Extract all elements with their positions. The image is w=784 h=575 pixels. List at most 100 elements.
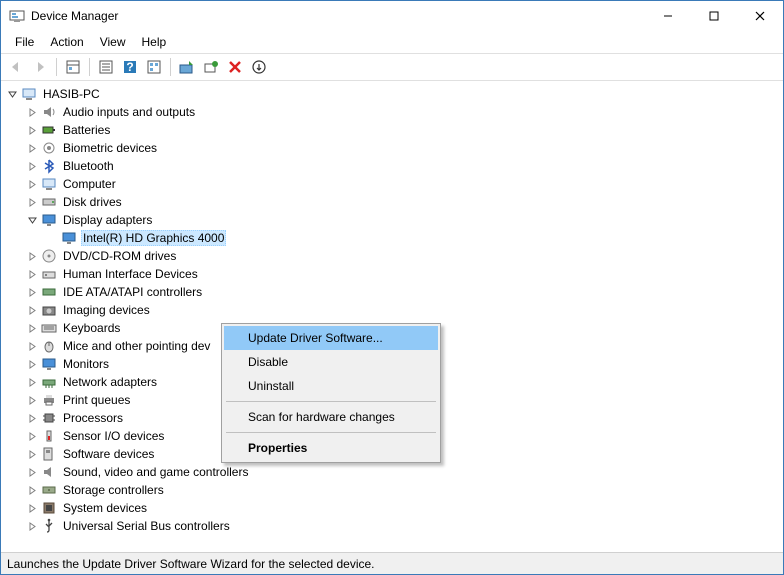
context-menu-scan[interactable]: Scan for hardware changes — [224, 405, 438, 429]
window-title: Device Manager — [31, 9, 645, 23]
monitor-icon — [41, 356, 57, 372]
context-menu-update-driver[interactable]: Update Driver Software... — [224, 326, 438, 350]
menu-file[interactable]: File — [7, 33, 42, 51]
back-button[interactable] — [5, 56, 27, 78]
chevron-right-icon[interactable] — [25, 195, 39, 209]
sound-icon — [41, 464, 57, 480]
device-tree-area[interactable]: HASIB-PC Audio inputs and outputs Batter… — [1, 81, 783, 552]
titlebar: Device Manager — [1, 1, 783, 31]
display-icon — [41, 212, 57, 228]
help-button[interactable]: ? — [119, 56, 141, 78]
tree-node-storage[interactable]: Storage controllers — [25, 481, 783, 499]
context-menu-separator — [226, 432, 436, 433]
hid-icon — [41, 266, 57, 282]
show-hide-tree-button[interactable] — [62, 56, 84, 78]
menubar: File Action View Help — [1, 31, 783, 53]
chevron-right-icon[interactable] — [25, 285, 39, 299]
action-button[interactable] — [143, 56, 165, 78]
chevron-down-icon[interactable] — [25, 213, 39, 227]
system-icon — [41, 500, 57, 516]
tree-node-audio[interactable]: Audio inputs and outputs — [25, 103, 783, 121]
tree-node-display-child[interactable]: Intel(R) HD Graphics 4000 — [45, 229, 783, 247]
menu-action[interactable]: Action — [42, 33, 91, 51]
chevron-right-icon[interactable] — [25, 357, 39, 371]
properties-button[interactable] — [95, 56, 117, 78]
biometric-icon — [41, 140, 57, 156]
chevron-right-icon[interactable] — [25, 483, 39, 497]
root-label: HASIB-PC — [41, 87, 102, 101]
chevron-right-icon[interactable] — [25, 501, 39, 515]
tree-node-hid[interactable]: Human Interface Devices — [25, 265, 783, 283]
printer-icon — [41, 392, 57, 408]
battery-icon — [41, 122, 57, 138]
tree-root[interactable]: HASIB-PC — [5, 85, 783, 103]
dvd-icon — [41, 248, 57, 264]
chevron-down-icon[interactable] — [5, 87, 19, 101]
computer-icon — [21, 86, 37, 102]
storage-icon — [41, 482, 57, 498]
minimize-button[interactable] — [645, 1, 691, 31]
svg-text:?: ? — [126, 60, 133, 74]
chevron-right-icon[interactable] — [25, 429, 39, 443]
tree-node-sound[interactable]: Sound, video and game controllers — [25, 463, 783, 481]
disk-icon — [41, 194, 57, 210]
chevron-right-icon[interactable] — [25, 267, 39, 281]
statusbar: Launches the Update Driver Software Wiza… — [1, 552, 783, 574]
disable-toolbar-button[interactable] — [248, 56, 270, 78]
chevron-right-icon[interactable] — [25, 321, 39, 335]
chevron-right-icon[interactable] — [25, 447, 39, 461]
computer-node-icon — [41, 176, 57, 192]
audio-icon — [41, 104, 57, 120]
context-menu-properties[interactable]: Properties — [224, 436, 438, 460]
chevron-right-icon[interactable] — [25, 465, 39, 479]
toolbar-separator — [89, 58, 90, 76]
sensor-icon — [41, 428, 57, 444]
chevron-right-icon[interactable] — [25, 177, 39, 191]
chevron-right-icon[interactable] — [25, 411, 39, 425]
tree-node-disk[interactable]: Disk drives — [25, 193, 783, 211]
tree-node-batteries[interactable]: Batteries — [25, 121, 783, 139]
tree-node-system[interactable]: System devices — [25, 499, 783, 517]
software-icon — [41, 446, 57, 462]
close-button[interactable] — [737, 1, 783, 31]
chevron-right-icon[interactable] — [25, 249, 39, 263]
tree-node-ide[interactable]: IDE ATA/ATAPI controllers — [25, 283, 783, 301]
context-menu: Update Driver Software... Disable Uninst… — [221, 323, 441, 463]
forward-button[interactable] — [29, 56, 51, 78]
context-menu-disable[interactable]: Disable — [224, 350, 438, 374]
chevron-right-icon[interactable] — [25, 105, 39, 119]
bluetooth-icon — [41, 158, 57, 174]
chevron-right-icon[interactable] — [25, 339, 39, 353]
chevron-right-icon[interactable] — [25, 303, 39, 317]
mouse-icon — [41, 338, 57, 354]
tree-node-dvd[interactable]: DVD/CD-ROM drives — [25, 247, 783, 265]
chevron-right-icon[interactable] — [25, 519, 39, 533]
context-menu-separator — [226, 401, 436, 402]
tree-node-display[interactable]: Display adapters — [25, 211, 783, 229]
tree-node-biometric[interactable]: Biometric devices — [25, 139, 783, 157]
device-tree: HASIB-PC Audio inputs and outputs Batter… — [5, 85, 783, 535]
menu-help[interactable]: Help — [134, 33, 175, 51]
context-menu-uninstall[interactable]: Uninstall — [224, 374, 438, 398]
chevron-right-icon[interactable] — [25, 123, 39, 137]
chevron-right-icon[interactable] — [25, 393, 39, 407]
tree-node-computer[interactable]: Computer — [25, 175, 783, 193]
menu-view[interactable]: View — [92, 33, 134, 51]
tree-node-imaging[interactable]: Imaging devices — [25, 301, 783, 319]
update-driver-toolbar-button[interactable] — [176, 56, 198, 78]
tree-node-bluetooth[interactable]: Bluetooth — [25, 157, 783, 175]
processor-icon — [41, 410, 57, 426]
uninstall-toolbar-button[interactable] — [224, 56, 246, 78]
scan-hardware-toolbar-button[interactable] — [200, 56, 222, 78]
chevron-right-icon[interactable] — [25, 159, 39, 173]
chevron-right-icon[interactable] — [25, 375, 39, 389]
window-controls — [645, 1, 783, 31]
toolbar-separator — [170, 58, 171, 76]
chevron-right-icon[interactable] — [25, 141, 39, 155]
device-manager-window: Device Manager File Action View Help ? — [0, 0, 784, 575]
usb-icon — [41, 518, 57, 534]
tree-node-usb[interactable]: Universal Serial Bus controllers — [25, 517, 783, 535]
maximize-button[interactable] — [691, 1, 737, 31]
toolbar-separator — [56, 58, 57, 76]
network-icon — [41, 374, 57, 390]
